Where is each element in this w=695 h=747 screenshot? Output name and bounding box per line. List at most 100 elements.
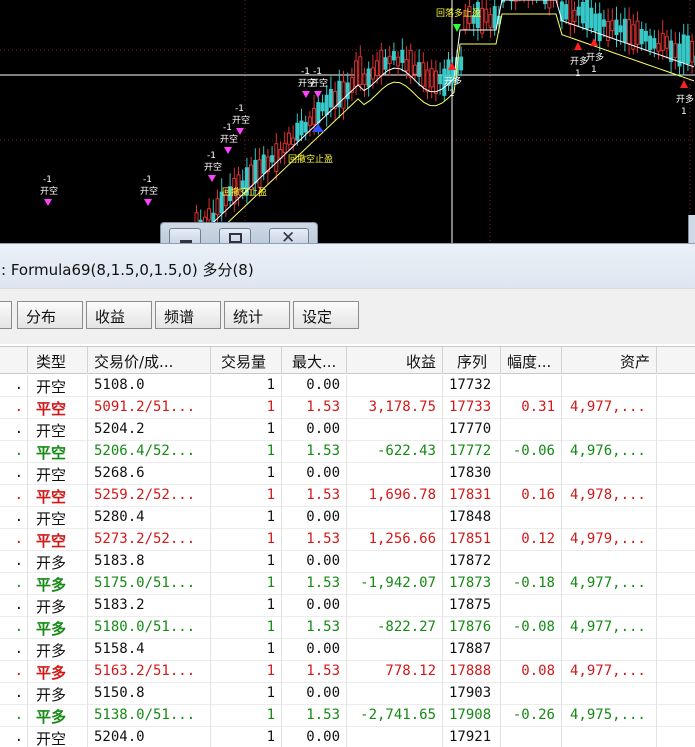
cell-max: 0.00 bbox=[282, 595, 347, 617]
cell-qty: 1 bbox=[211, 573, 282, 595]
column-header-type[interactable]: 类型 bbox=[28, 347, 88, 374]
candle-body bbox=[433, 70, 438, 94]
cell-qty: 1 bbox=[211, 375, 282, 397]
cell-asset: 4,977,... bbox=[562, 397, 657, 419]
table-row[interactable]: . 开多 5183.2 1 0.00 17875 bbox=[0, 595, 695, 617]
cell-qty: 1 bbox=[211, 419, 282, 441]
column-header-index[interactable] bbox=[0, 347, 28, 374]
table-row[interactable]: . 平空 5259.2/52... 1 1.53 1,696.78 17831 0.16 4,9… bbox=[0, 485, 695, 507]
cell-max: 0.00 bbox=[282, 683, 347, 705]
spectrum-button[interactable]: 频谱 bbox=[155, 301, 221, 329]
cell-qty: 1 bbox=[211, 485, 282, 507]
candle-body bbox=[484, 8, 489, 23]
cell-profit: 1,256.66 bbox=[347, 529, 443, 551]
candle-body bbox=[282, 142, 287, 154]
signal-label: 开空 bbox=[204, 161, 222, 173]
cell-amp: -0.06 bbox=[501, 441, 562, 463]
cell-profit bbox=[347, 683, 443, 705]
column-header-quantity[interactable]: 交易量 bbox=[211, 347, 282, 374]
table-row[interactable]: . 平多 5138.0/51... 1 1.53 -2,741.65 17908 -0.26 4… bbox=[0, 705, 695, 727]
column-header-sequence[interactable]: 序列 bbox=[443, 347, 501, 374]
backtest-panel: : Formula69(8,1.5,0,1.5,0) 多分(8) 分布 收益 频… bbox=[0, 243, 695, 747]
profit-button[interactable]: 收益 bbox=[86, 301, 152, 329]
candle-body bbox=[312, 107, 317, 125]
cell-seq: 17772 bbox=[443, 441, 501, 463]
candle-body bbox=[354, 60, 359, 87]
cell-type: 平空 bbox=[28, 529, 88, 551]
candle-body bbox=[593, 13, 598, 32]
candle-body bbox=[400, 49, 405, 63]
cell-asset bbox=[562, 463, 657, 485]
column-header-filler bbox=[657, 347, 695, 374]
candlestick-chart[interactable]: -1 开空 -1 开空 -1 开空 -1 开空 -1 开空 -1 开空 -1 开空 开多 1 开多 1 开多 1 开多 1… bbox=[0, 0, 695, 245]
signal-label: 开空 bbox=[220, 133, 238, 145]
signal-label: 开多 bbox=[586, 51, 604, 63]
cell-seq: 17875 bbox=[443, 595, 501, 617]
open-long-marker bbox=[590, 38, 598, 46]
cell-seq: 17830 bbox=[443, 463, 501, 485]
cell-qty: 1 bbox=[211, 463, 282, 485]
table-row[interactable]: . 平多 5175.0/51... 1 1.53 -1,942.07 17873 -0.18 4… bbox=[0, 573, 695, 595]
cell-price: 5204.2 bbox=[88, 419, 211, 441]
cell-asset bbox=[562, 727, 657, 747]
signal-count-label: -1 bbox=[143, 175, 152, 185]
settings-button[interactable]: 设定 bbox=[293, 301, 359, 329]
column-header-amplitude[interactable]: 幅度... bbox=[501, 347, 562, 374]
cell-profit: -822.27 bbox=[347, 617, 443, 639]
cell-type: 平多 bbox=[28, 573, 88, 595]
signal-count-label: 1 bbox=[449, 89, 455, 99]
column-header-asset[interactable]: 资产 bbox=[562, 347, 657, 374]
column-header-price[interactable]: 交易价/成... bbox=[88, 347, 211, 374]
candle-body bbox=[383, 57, 388, 70]
table-row[interactable]: . 开空 5204.0 1 0.00 17921 bbox=[0, 727, 695, 747]
toolbar-button-partial[interactable] bbox=[0, 301, 12, 329]
cell-seq: 17831 bbox=[443, 485, 501, 507]
cell-lead: . bbox=[0, 683, 28, 705]
cell-asset: 4,978,... bbox=[562, 485, 657, 507]
cell-asset: 4,977,... bbox=[562, 573, 657, 595]
cell-profit bbox=[347, 595, 443, 617]
candle-body bbox=[261, 154, 266, 174]
table-row[interactable]: . 开空 5280.4 1 0.00 17848 bbox=[0, 507, 695, 529]
cell-lead: . bbox=[0, 397, 28, 419]
open-long-marker bbox=[574, 42, 582, 50]
cell-amp bbox=[501, 551, 562, 573]
moving-average-line bbox=[203, 13, 695, 245]
open-short-marker bbox=[236, 128, 244, 135]
table-row[interactable]: . 平多 5163.2/51... 1 1.53 778.12 17888 0.08 4,977… bbox=[0, 661, 695, 683]
table-row[interactable]: . 平空 5091.2/51... 1 1.53 3,178.75 17733 0.31 4,9… bbox=[0, 397, 695, 419]
cell-seq: 17888 bbox=[443, 661, 501, 683]
table-row[interactable]: . 开空 5204.2 1 0.00 17770 bbox=[0, 419, 695, 441]
signal-count-label: 1 bbox=[575, 69, 581, 79]
column-header-profit[interactable]: 收益 bbox=[347, 347, 443, 374]
cell-profit: 3,178.75 bbox=[347, 397, 443, 419]
open-short-marker bbox=[44, 199, 52, 206]
cell-price: 5175.0/51... bbox=[88, 573, 211, 595]
table-row[interactable]: . 开多 5158.4 1 0.00 17887 bbox=[0, 639, 695, 661]
cell-lead: . bbox=[0, 463, 28, 485]
signal-count-label: -1 bbox=[223, 123, 232, 133]
table-row[interactable]: . 平空 5206.4/52... 1 1.53 -622.43 17772 -0.06 4,9… bbox=[0, 441, 695, 463]
window-edge bbox=[688, 215, 695, 245]
cell-price: 5180.0/51... bbox=[88, 617, 211, 639]
table-header: 类型 交易价/成... 交易量 最大... 收益 序列 幅度... 资产 bbox=[0, 346, 695, 374]
formula-title: : Formula69(8,1.5,0,1.5,0) 多分(8) bbox=[0, 244, 695, 288]
candle-body bbox=[303, 121, 308, 133]
statistics-button[interactable]: 统计 bbox=[224, 301, 290, 329]
toolbar: 分布 收益 频谱 统计 设定 bbox=[0, 288, 695, 344]
table-row[interactable]: . 开空 5268.6 1 0.00 17830 bbox=[0, 463, 695, 485]
table-row[interactable]: . 平空 5273.2/52... 1 1.53 1,256.66 17851 0.12 4,9… bbox=[0, 529, 695, 551]
signal-label: 开空 bbox=[310, 77, 328, 89]
table-row[interactable]: . 开多 5183.8 1 0.00 17872 bbox=[0, 551, 695, 573]
cell-amp: 0.12 bbox=[501, 529, 562, 551]
cell-qty: 1 bbox=[211, 727, 282, 747]
candle-body bbox=[459, 56, 464, 71]
moving-average-line bbox=[190, 0, 695, 236]
chart-canvas[interactable]: -1开空-1开空-1开空-1开空-1开空-1开空-1开空 开多1开多1开多1开多1… bbox=[0, 0, 695, 245]
distribution-button[interactable]: 分布 bbox=[17, 301, 83, 329]
cell-price: 5091.2/51... bbox=[88, 397, 211, 419]
table-row[interactable]: . 平多 5180.0/51... 1 1.53 -822.27 17876 -0.08 4,9… bbox=[0, 617, 695, 639]
column-header-max[interactable]: 最大... bbox=[282, 347, 347, 374]
table-row[interactable]: . 开空 5108.0 1 0.00 17732 bbox=[0, 375, 695, 397]
table-row[interactable]: . 开多 5150.8 1 0.00 17903 bbox=[0, 683, 695, 705]
